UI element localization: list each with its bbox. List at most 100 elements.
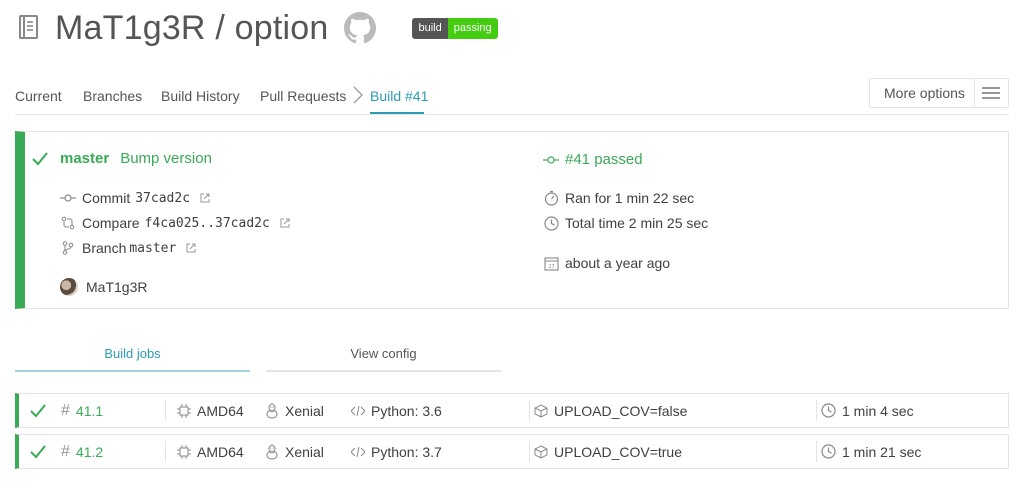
- hash-icon: #: [61, 442, 70, 460]
- tab-pull-requests[interactable]: Pull Requests: [260, 88, 346, 104]
- job-dist: Xenial: [285, 443, 324, 460]
- job-dist: Xenial: [285, 402, 324, 419]
- ran-for-row: Ran for 1 min 22 sec: [543, 190, 694, 206]
- compare-icon: [60, 215, 76, 231]
- build-status-badge[interactable]: build passing: [412, 17, 498, 39]
- job-duration: 1 min 21 sec: [842, 443, 922, 460]
- build-status-row: #41 passed: [543, 151, 643, 168]
- job-env-cell: UPLOAD_COV=true: [534, 435, 682, 468]
- job-number: 41.2: [75, 443, 104, 460]
- ran-for-text: Ran for 1 min 22 sec: [565, 190, 695, 206]
- job-lang: Python: 3.7: [371, 443, 442, 460]
- external-link-icon: [186, 243, 196, 253]
- job-arch-cell: AMD64: [177, 394, 244, 427]
- compare-label: Compare: [82, 215, 140, 231]
- commit-icon: [543, 152, 559, 168]
- job-dist-cell: Xenial: [265, 435, 324, 468]
- navigation-tabs: Current Branches Build History Pull Requ…: [15, 78, 1009, 115]
- job-number-cell[interactable]: # 41.2: [61, 435, 103, 468]
- tab-branches[interactable]: Branches: [83, 88, 142, 104]
- compare-range: f4ca025..37cad2c: [144, 215, 270, 231]
- divider: [816, 400, 817, 421]
- compare-row[interactable]: Compare f4ca025..37cad2c: [60, 215, 290, 231]
- job-duration: 1 min 4 sec: [842, 402, 914, 419]
- divider: [165, 441, 166, 462]
- branch-icon: [60, 240, 76, 256]
- divider: [529, 441, 530, 462]
- job-env: UPLOAD_COV=true: [554, 443, 682, 460]
- build-summary-card: master Bump version Commit 37cad2c Compa…: [15, 131, 1009, 309]
- job-arch: AMD64: [197, 402, 244, 419]
- build-status-text[interactable]: #41 passed: [565, 151, 643, 168]
- job-duration-cell: 1 min 21 sec: [821, 435, 921, 468]
- commit-message: Bump version: [120, 150, 212, 167]
- github-icon[interactable]: [344, 12, 377, 44]
- linux-icon: [265, 403, 279, 419]
- job-row[interactable]: # 41.2 AMD64 Xenial Python: 3.7 UPLOAD_C…: [15, 434, 1009, 469]
- breadcrumb-chevron-icon: [353, 86, 363, 104]
- commit-row[interactable]: Commit 37cad2c: [60, 190, 210, 206]
- job-number: 41.1: [75, 402, 104, 419]
- cpu-icon: [177, 444, 191, 459]
- job-lang: Python: 3.6: [371, 402, 442, 419]
- tab-build-jobs[interactable]: Build jobs: [15, 338, 250, 372]
- commit-label: Commit: [82, 190, 131, 206]
- passed-check-icon: [32, 151, 48, 165]
- commit-sha: 37cad2c: [135, 190, 191, 206]
- finished-row: 27 about a year ago: [543, 255, 670, 271]
- badge-label: build: [412, 17, 448, 39]
- author-name: MaT1g3R: [86, 279, 148, 295]
- badge-status: passing: [447, 17, 498, 39]
- box-icon: [534, 403, 548, 418]
- branch-value: master: [129, 240, 177, 256]
- job-passed-check-icon: [30, 394, 46, 427]
- divider: [529, 400, 530, 421]
- job-arch-cell: AMD64: [177, 435, 244, 468]
- divider: [816, 441, 817, 462]
- external-link-icon: [200, 193, 210, 203]
- more-options-label: More options: [884, 85, 965, 101]
- branch-label: Branch: [82, 240, 127, 256]
- job-duration-cell: 1 min 4 sec: [821, 394, 914, 427]
- hamburger-menu-icon[interactable]: [975, 78, 1008, 108]
- linux-icon: [265, 444, 279, 460]
- code-icon: [351, 446, 365, 457]
- branch-row[interactable]: Branch master: [60, 240, 196, 256]
- more-options-button[interactable]: More options: [869, 78, 1009, 108]
- calendar-icon: 27: [543, 255, 559, 271]
- job-number-cell[interactable]: # 41.1: [61, 394, 103, 427]
- repository-icon: [19, 15, 38, 39]
- job-lang-cell: Python: 3.6: [351, 394, 442, 427]
- job-env-cell: UPLOAD_COV=false: [534, 394, 687, 427]
- avatar: [60, 278, 78, 296]
- external-link-icon: [280, 218, 290, 228]
- box-icon: [534, 444, 548, 459]
- job-row[interactable]: # 41.1 AMD64 Xenial Python: 3.6 UPLOAD_C…: [15, 393, 1009, 428]
- cpu-icon: [177, 403, 191, 418]
- active-tab-underline: [370, 112, 424, 114]
- svg-text:27: 27: [548, 264, 554, 270]
- code-icon: [351, 405, 365, 416]
- stopwatch-icon: [543, 190, 559, 206]
- hash-icon: #: [61, 401, 70, 419]
- author-row: MaT1g3R: [60, 278, 147, 296]
- tab-build[interactable]: Build #41: [370, 88, 428, 104]
- job-env: UPLOAD_COV=false: [554, 402, 688, 419]
- clock-icon: [821, 444, 836, 459]
- total-time-row: Total time 2 min 25 sec: [543, 215, 708, 231]
- clock-icon: [543, 215, 559, 231]
- branch-link[interactable]: master: [60, 150, 109, 167]
- clock-icon: [821, 403, 836, 418]
- tab-current[interactable]: Current: [15, 88, 62, 104]
- total-time-text: Total time 2 min 25 sec: [565, 215, 709, 231]
- job-passed-check-icon: [30, 435, 46, 468]
- commit-icon: [60, 190, 76, 206]
- divider: [165, 400, 166, 421]
- job-dist-cell: Xenial: [265, 394, 324, 427]
- tab-build-history[interactable]: Build History: [161, 88, 240, 104]
- job-arch: AMD64: [197, 443, 244, 460]
- job-lang-cell: Python: 3.7: [351, 435, 442, 468]
- tab-view-config[interactable]: View config: [266, 338, 501, 372]
- build-branch-row: master Bump version: [32, 150, 212, 167]
- repo-title: MaT1g3R / option: [55, 8, 329, 47]
